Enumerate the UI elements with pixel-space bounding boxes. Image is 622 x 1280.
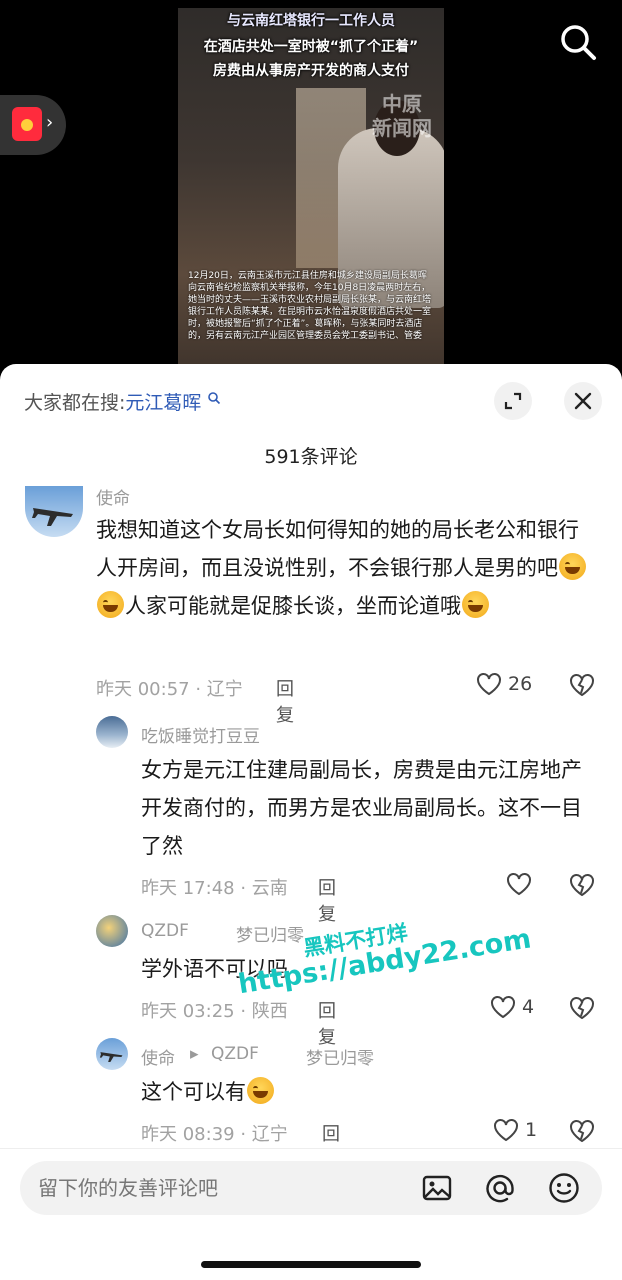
avatar[interactable] [96, 716, 128, 748]
heart-icon [477, 673, 501, 696]
video-player[interactable]: 与云南红塔银行一工作人员 在酒店共处一室时被“抓了个正着” 房费由从事房产开发的… [178, 8, 444, 388]
like-button[interactable]: 26 [476, 672, 532, 696]
reply-button[interactable]: 回复 [318, 874, 336, 926]
comment-meta: 昨天 00:57 · 辽宁 [96, 679, 243, 700]
comment-author-alt[interactable]: 梦已归零 [236, 921, 304, 946]
red-packet-entry[interactable]: › [0, 95, 66, 155]
heart-icon [507, 873, 531, 896]
grinning-emoji-icon [559, 553, 586, 580]
expand-button[interactable] [494, 382, 532, 420]
dislike-button[interactable] [569, 1119, 595, 1147]
comment-text: 这个可以有 [141, 1073, 596, 1111]
search-suggestion-label: 大家都在搜: [24, 392, 126, 414]
reply-button[interactable]: 回复 [276, 675, 294, 727]
avatar[interactable] [96, 1038, 128, 1070]
grinning-emoji-icon [247, 1077, 274, 1104]
comment-author[interactable]: 使命 [141, 1044, 175, 1069]
like-count: 26 [508, 673, 533, 695]
shushing-emoji-icon [97, 591, 124, 618]
video-headline-2: 在酒店共处一室时被“抓了个正着” [203, 39, 419, 55]
like-button[interactable]: 4 [490, 995, 534, 1019]
video-headline-1: 与云南红塔银行一工作人员 [227, 13, 395, 29]
screen: 与云南红塔银行一工作人员 在酒店共处一室时被“抓了个正着” 房费由从事房产开发的… [0, 0, 622, 1280]
search-button[interactable] [556, 20, 600, 64]
search-icon [561, 25, 596, 60]
heart-icon [494, 1119, 518, 1142]
comment-author-alt[interactable]: 梦已归零 [306, 1044, 374, 1069]
airplane-icon [99, 1052, 123, 1062]
dislike-button[interactable] [569, 873, 595, 901]
comment-text-part: 人家可能就是促膝长谈，坐而论道哦 [125, 594, 461, 618]
video-brand-watermark: 中原 新闻网 [372, 92, 432, 140]
at-sign-icon [486, 1174, 514, 1203]
brand-line-1: 中原 [382, 92, 422, 116]
comment-input-container[interactable] [20, 1161, 602, 1215]
comment-author[interactable]: QZDF [141, 921, 189, 941]
comment-count: 591条评论 [264, 446, 358, 468]
comment-text: 女方是元江住建局副局长，房费是由元江房地产开发商付的，而男方是农业局副局长。这不… [141, 758, 582, 858]
reply-button[interactable]: 回复 [318, 997, 336, 1049]
close-icon [574, 392, 592, 410]
comment-meta: 昨天 17:48 · 云南 [141, 878, 288, 899]
video-caption: 12月20日，云南玉溪市元江县住房和城乡建设局副局长葛晖向云南省纪检监察机关举报… [188, 271, 432, 341]
comment-meta: 昨天 03:25 · 陕西 [141, 1001, 288, 1022]
expand-icon [504, 392, 522, 410]
red-envelope-icon [12, 107, 42, 141]
dislike-button[interactable] [569, 673, 595, 701]
comment-input-bar [0, 1148, 622, 1280]
comment-input[interactable] [38, 1161, 398, 1215]
reply-to-author[interactable]: QZDF [211, 1044, 259, 1064]
like-count: 1 [525, 1119, 538, 1141]
image-button[interactable] [420, 1171, 454, 1205]
broken-heart-icon [570, 674, 594, 697]
heart-icon [491, 996, 515, 1019]
comment-text-part: 我想知道这个女局长如何得知的她的局长老公和银行人开房间，而且没说性别，不会银行那… [96, 518, 579, 580]
comment-author[interactable]: 使命 [96, 484, 130, 509]
smiley-icon [549, 1173, 579, 1203]
comment-author[interactable]: 吃饭睡觉打豆豆 [141, 722, 260, 747]
grinning-emoji-icon [462, 591, 489, 618]
reply-arrow-icon: ▸ [190, 1044, 199, 1064]
comment-text-part: 这个可以有 [141, 1080, 246, 1104]
broken-heart-icon [570, 874, 594, 897]
mention-button[interactable] [483, 1171, 517, 1205]
search-small-icon [208, 392, 221, 405]
comment-text: 我想知道这个女局长如何得知的她的局长老公和银行人开房间，而且没说性别，不会银行那… [96, 511, 596, 625]
like-button[interactable] [506, 872, 532, 896]
emoji-button[interactable] [547, 1171, 581, 1205]
close-button[interactable] [564, 382, 602, 420]
avatar[interactable] [96, 915, 128, 947]
search-suggestion[interactable]: 大家都在搜:元江葛晖 [24, 388, 221, 415]
broken-heart-icon [570, 997, 594, 1020]
like-button[interactable]: 1 [493, 1118, 537, 1142]
search-suggestion-keyword[interactable]: 元江葛晖 [125, 392, 201, 414]
home-indicator [201, 1261, 421, 1268]
like-count: 4 [522, 996, 535, 1018]
chevron-right-icon: › [46, 112, 54, 133]
broken-heart-icon [570, 1120, 594, 1143]
image-icon [422, 1175, 452, 1201]
comment-meta: 昨天 08:39 · 辽宁 [141, 1124, 288, 1145]
dislike-button[interactable] [569, 996, 595, 1024]
video-headline-3: 房费由从事房产开发的商人支付 [213, 63, 409, 79]
brand-line-2: 新闻网 [372, 116, 432, 140]
